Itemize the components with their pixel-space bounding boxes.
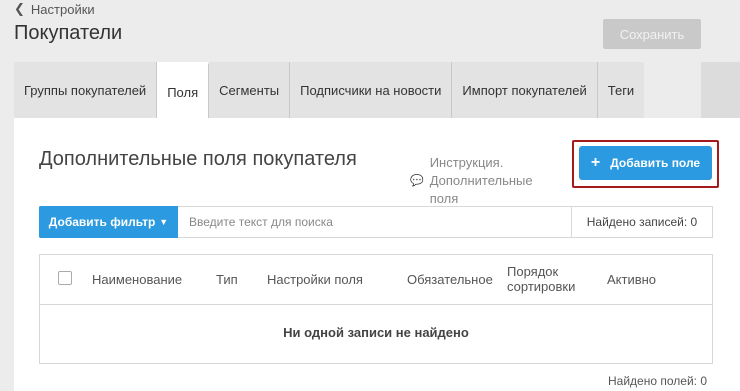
column-name[interactable]: Наименование — [92, 272, 182, 287]
tab-customer-groups[interactable]: Группы покупателей — [14, 62, 158, 119]
column-type[interactable]: Тип — [216, 272, 238, 287]
tab-bar-filler — [701, 62, 740, 119]
chevron-left-icon: ❮ — [14, 1, 25, 16]
plus-icon: + — [590, 154, 601, 171]
instruction-link[interactable]: 💬 Инструкция. Дополнительные поля — [410, 154, 560, 208]
column-active[interactable]: Активно — [607, 272, 656, 287]
chat-bubble-icon: 💬 — [410, 175, 424, 187]
column-field-settings[interactable]: Настройки поля — [267, 272, 363, 287]
main-panel: Дополнительные поля покупателя 💬 Инструк… — [14, 118, 740, 391]
found-fields-count: Найдено полей: 0 — [608, 374, 707, 388]
column-required[interactable]: Обязательное — [407, 272, 493, 287]
add-filter-button[interactable]: Добавить фильтр ▼ — [39, 206, 178, 238]
table-header: Наименование Тип Настройки поля Обязател… — [40, 255, 712, 305]
back-link-label: Настройки — [30, 1, 95, 17]
tab-newsletter-subscribers[interactable]: Подписчики на новости — [290, 62, 453, 119]
page-title: Покупатели — [14, 22, 123, 44]
instruction-link-label: Инструкция. Дополнительные поля — [429, 155, 533, 206]
select-all-checkbox[interactable] — [58, 271, 72, 285]
column-sort-order[interactable]: Порядок сортировки — [507, 264, 587, 294]
back-link[interactable]: ❮ Настройки — [14, 1, 95, 17]
fields-table: Наименование Тип Настройки поля Обязател… — [39, 254, 713, 364]
tab-fields[interactable]: Поля — [157, 62, 210, 119]
add-field-button[interactable]: + Добавить поле — [579, 146, 712, 180]
found-records-count: Найдено записей: 0 — [571, 207, 712, 237]
tab-tags[interactable]: Теги — [597, 62, 645, 119]
section-title: Дополнительные поля покупателя — [39, 148, 357, 170]
empty-table-message: Ни одной записи не найдено — [283, 325, 469, 340]
caret-down-icon: ▼ — [159, 217, 169, 227]
save-button[interactable]: Сохранить — [603, 19, 701, 49]
search-input[interactable] — [178, 207, 571, 237]
tab-bar: Группы покупателей Поля Сегменты Подписч… — [14, 62, 645, 119]
tab-import-customers[interactable]: Импорт покупателей — [452, 62, 598, 119]
add-field-button-label: Добавить поле — [610, 156, 701, 170]
tab-segments[interactable]: Сегменты — [209, 62, 291, 119]
add-filter-label: Добавить фильтр — [48, 215, 156, 229]
filter-bar: Добавить фильтр ▼ Найдено записей: 0 — [39, 206, 713, 238]
